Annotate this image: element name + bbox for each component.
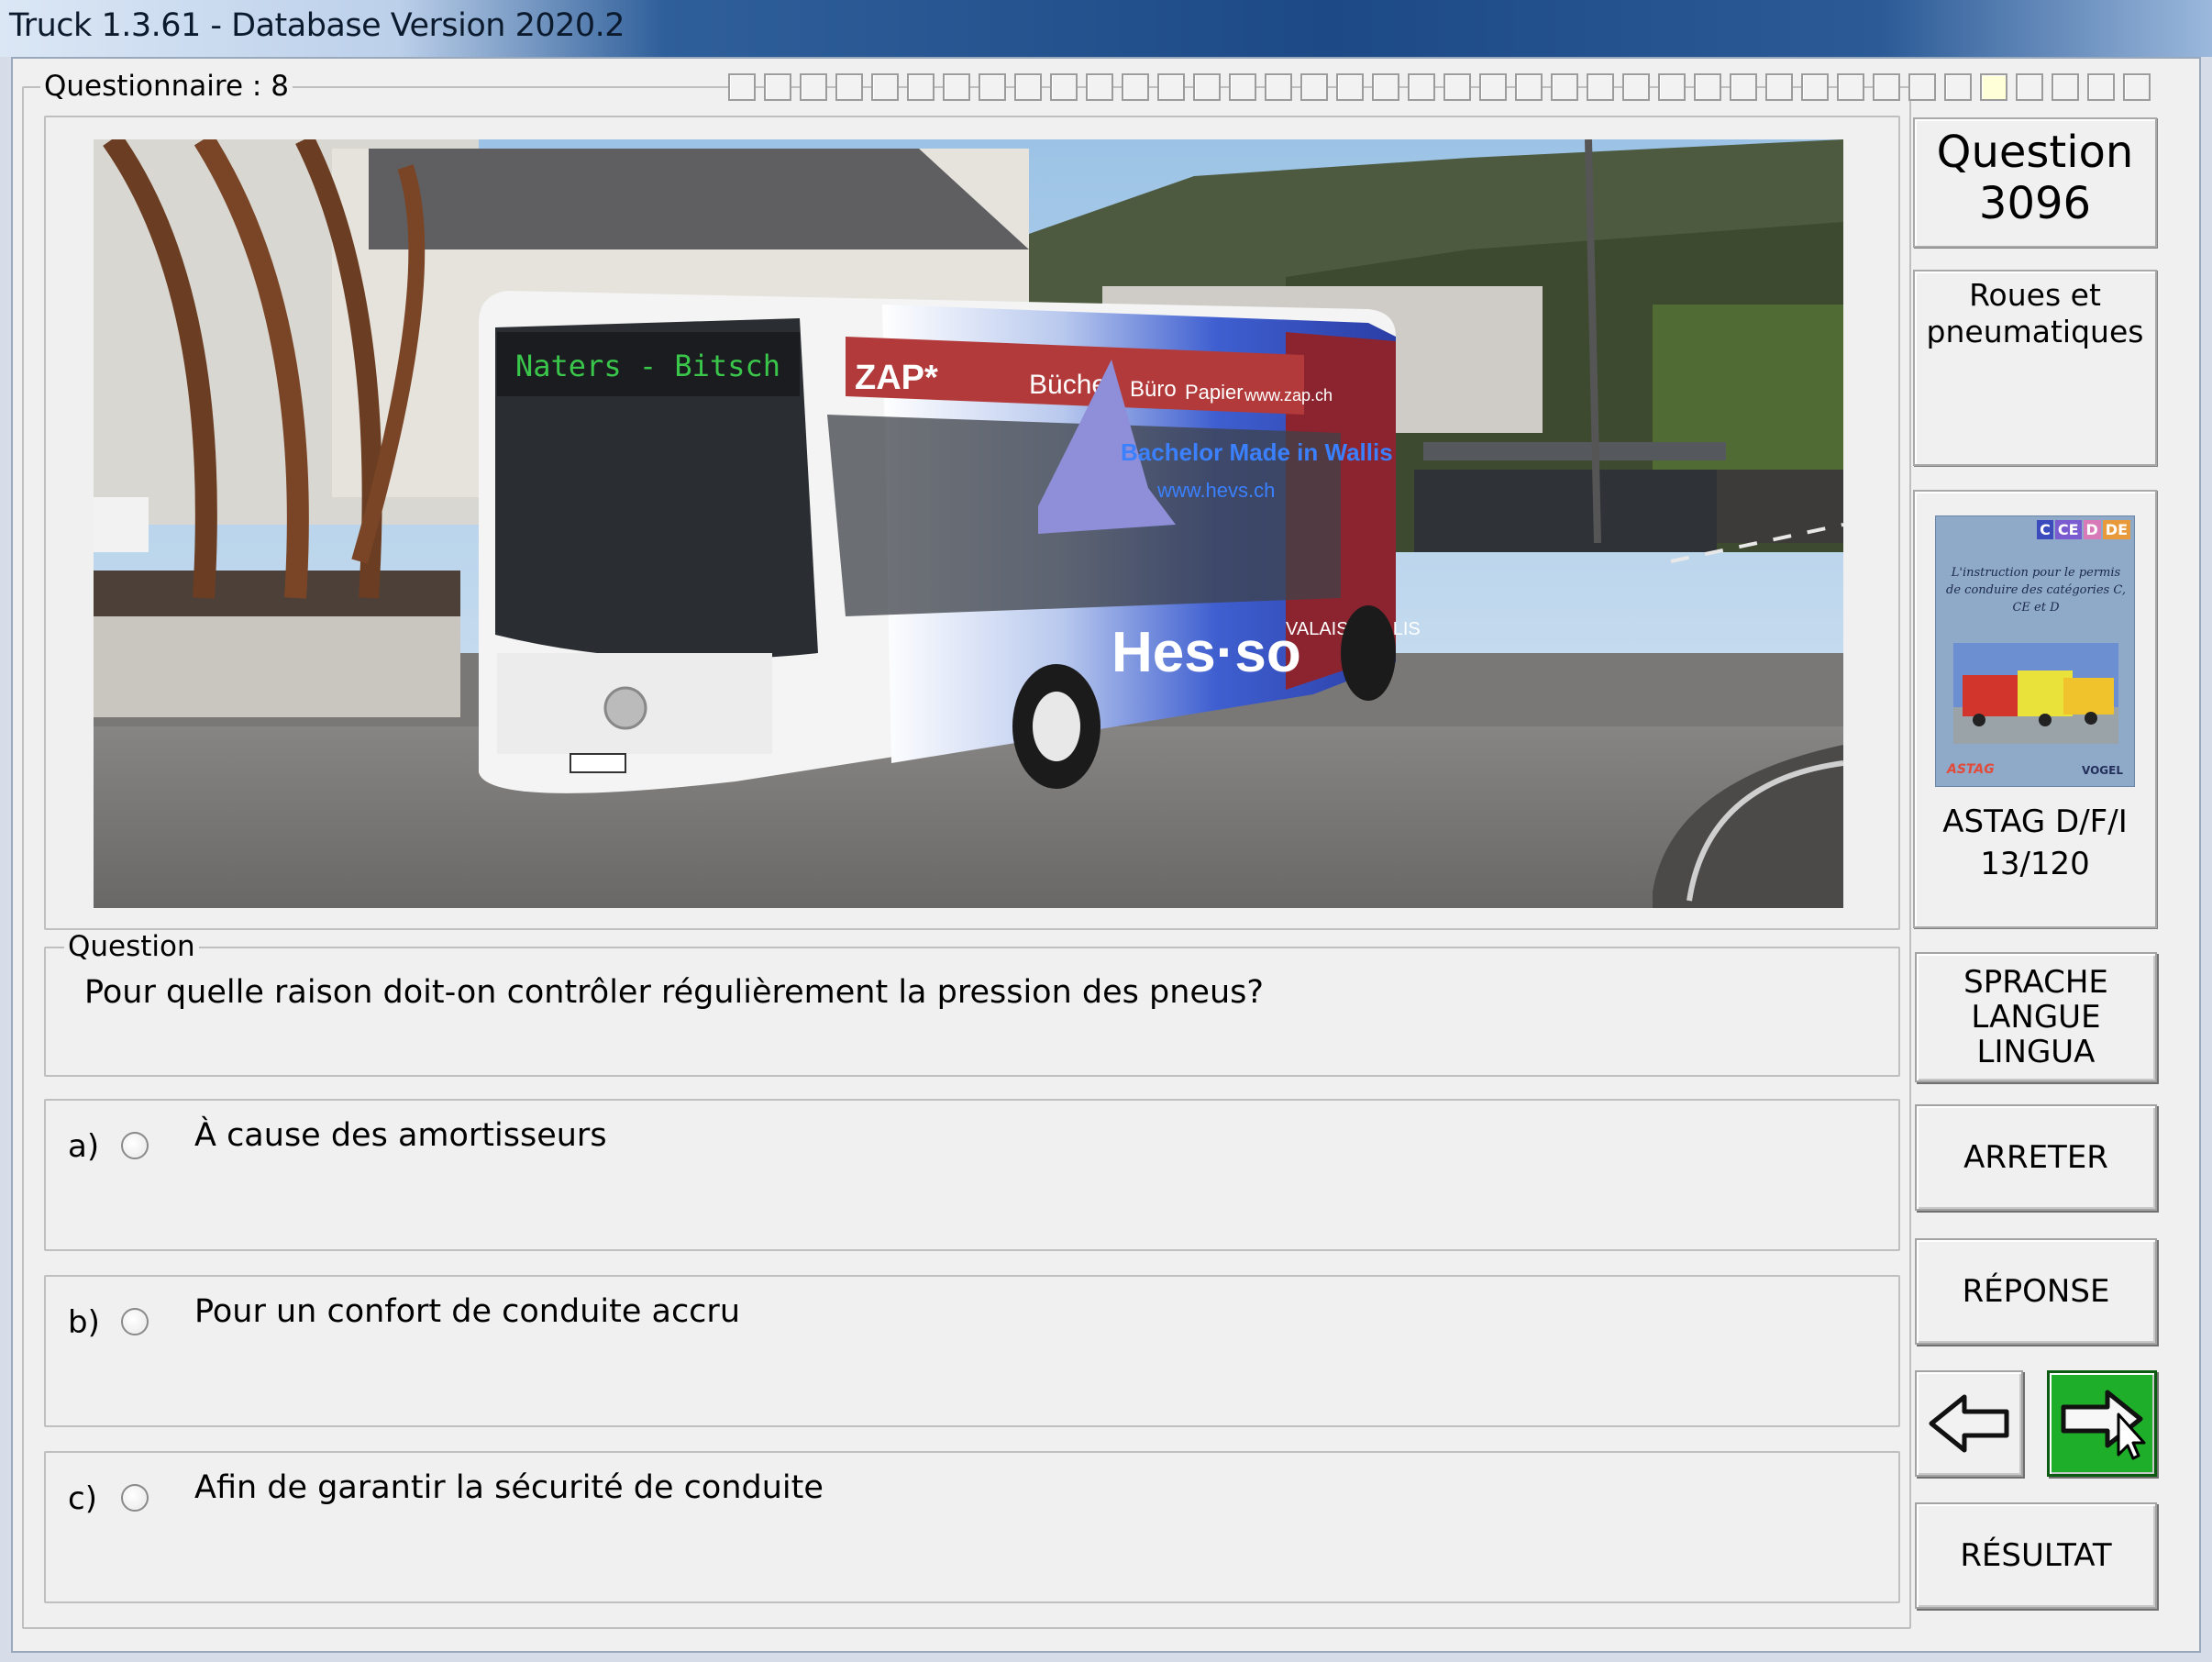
progress-cell [1050,73,1078,101]
bus-ad-papier: Papier [1185,381,1244,404]
progress-cell [1730,73,1757,101]
badge-de: DE [2102,520,2130,539]
progress-cell [1086,73,1113,101]
book-category-badges: C CE D DE [2037,520,2130,539]
progress-cell [1229,73,1256,101]
progress-cell [800,73,827,101]
progress-cell [1372,73,1399,101]
progress-cell [1443,73,1471,101]
bus-destination-sign: Naters - Bitsch [515,349,780,383]
language-button-line1: SPRACHE [1963,964,2108,1001]
window-title: Truck 1.3.61 - Database Version 2020.2 [9,7,625,44]
progress-cell [871,73,899,101]
progress-cell [1300,73,1328,101]
bus-ad-hes-url: www.hevs.ch [1156,479,1275,502]
bus-ad-hesso: Hes·so [1112,621,1301,684]
question-number-label: Question [1936,127,2134,178]
language-button-line2: LANGUE [1971,999,2101,1036]
answer-text-c[interactable]: Afin de garantir la sécurité de conduite [194,1469,824,1506]
badge-c: C [2037,520,2053,539]
answer-letter-a: a) [68,1128,100,1165]
progress-cell [1265,73,1292,101]
bus-ad-bachelor: Bachelor Made in Wallis [1121,438,1393,466]
progress-cell [1157,73,1185,101]
stop-button[interactable]: ARRETER [1915,1104,2157,1211]
question-group-label: Question [64,930,199,963]
progress-cell [1873,73,1900,101]
progress-cell [1587,73,1614,101]
bus-photo-illustration: Naters - Bitsch ZAP* Bücher Büro Papier … [94,139,1843,908]
progress-cell [1193,73,1221,101]
questionnaire-progress [728,73,2151,101]
language-button-line3: LINGUA [1976,1034,2096,1070]
book-cover-trucks [1953,643,2118,744]
question-frame [44,947,1900,1077]
answer-letter-b: b) [68,1304,100,1341]
progress-cell [943,73,970,101]
book-reference-line2: 13/120 [1980,846,2090,882]
progress-cell [1622,73,1650,101]
book-cover-text: L'instruction pour le permis de conduire… [1946,566,2126,615]
progress-cell [764,73,791,101]
progress-cell [1479,73,1507,101]
next-button[interactable] [2047,1370,2157,1477]
answer-button[interactable]: RÉPONSE [1915,1238,2157,1345]
progress-cell [2016,73,2043,101]
language-button[interactable]: SPRACHE LANGUE LINGUA [1915,952,2157,1082]
progress-cell [1336,73,1364,101]
progress-cell [1908,73,1936,101]
previous-button[interactable] [1915,1370,2023,1477]
answer-radio-b[interactable] [121,1308,149,1335]
progress-cell [1980,73,2007,101]
book-publisher-right: VOGEL [2082,764,2123,777]
progress-cell [1837,73,1864,101]
arrow-left-icon [1929,1394,2009,1453]
progress-cell [1408,73,1435,101]
progress-cell [1944,73,1972,101]
book-reference-line1-text: ASTAG D/F/I [1942,803,2128,840]
progress-cell [2052,73,2079,101]
questionnaire-label: Questionnaire : 8 [40,70,293,103]
answer-text-b[interactable]: Pour un confort de conduite accru [194,1293,740,1330]
progress-cell [1801,73,1829,101]
bus-ad-url: www.zap.ch [1244,386,1333,404]
question-text: Pour quelle raison doit-on contrôler rég… [84,974,1264,1011]
category-text: Roues et pneumatiques [1926,277,2144,349]
book-box: C CE D DE L'instruction pour le permis d… [1913,490,2157,928]
result-button[interactable]: RÉSULTAT [1915,1502,2157,1609]
progress-cell [1515,73,1543,101]
progress-cell [907,73,935,101]
progress-cell [1014,73,1042,101]
progress-cell [1658,73,1686,101]
question-number-box: Question 3096 [1913,117,2157,248]
progress-cell [835,73,863,101]
book-cover: C CE D DE L'instruction pour le permis d… [1935,515,2135,787]
arrow-right-icon [2061,1390,2146,1460]
bus-ad-buero: Büro [1130,377,1177,402]
answer-text-a[interactable]: À cause des amortisseurs [194,1117,607,1154]
question-number: 3096 [1978,178,2092,229]
answer-radio-a[interactable] [121,1132,149,1159]
bus-ad-zap: ZAP* [855,359,938,397]
progress-cell [1765,73,1793,101]
badge-ce: CE [2054,520,2082,539]
progress-cell [1122,73,1149,101]
progress-cell [728,73,756,101]
progress-cell [2123,73,2151,101]
answer-radio-c[interactable] [121,1484,149,1512]
progress-cell [2087,73,2115,101]
book-publisher-left: ASTAG [1947,762,1995,777]
progress-cell [979,73,1006,101]
badge-d: D [2083,520,2101,539]
progress-cell [1694,73,1721,101]
question-photo: Naters - Bitsch ZAP* Bücher Büro Papier … [94,139,1843,908]
answer-letter-c: c) [68,1480,97,1517]
title-bar: Truck 1.3.61 - Database Version 2020.2 [0,0,2212,57]
main-window: Questionnaire : 8 Naters - Bitsch ZAP* B… [11,57,2201,1653]
category-box: Roues et pneumatiques [1913,270,2157,466]
progress-cell [1551,73,1578,101]
